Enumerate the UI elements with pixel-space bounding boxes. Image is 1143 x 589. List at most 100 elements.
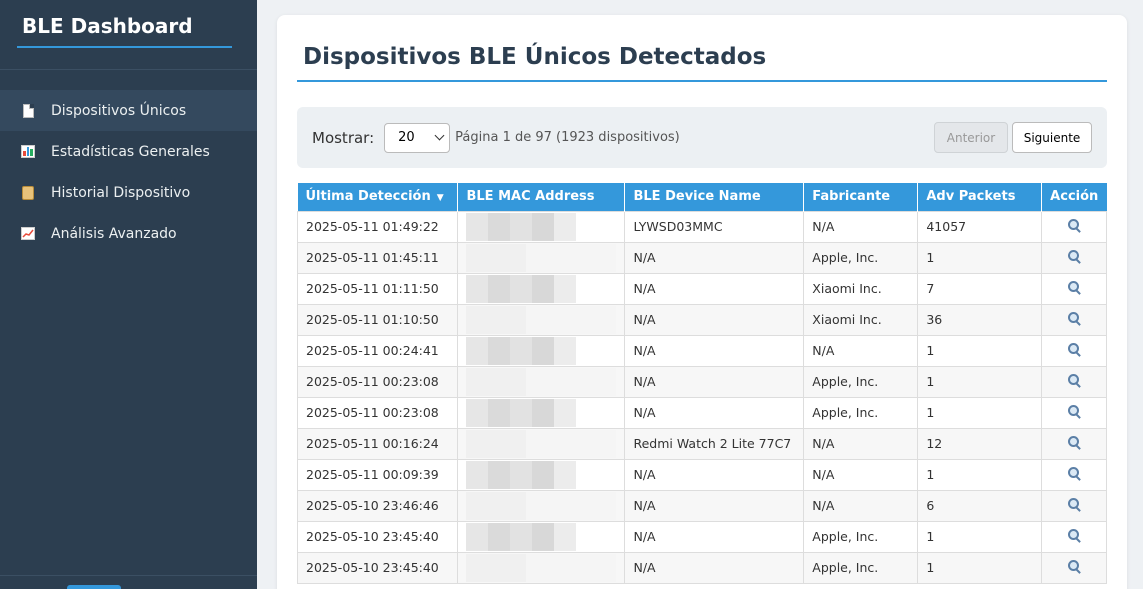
cell-last-seen: 2025-05-10 23:45:40	[296, 520, 459, 553]
cell-manufacturer: Apple, Inc.	[803, 551, 919, 584]
redacted-mac	[466, 243, 617, 272]
cell-last-seen: 2025-05-11 01:45:11	[296, 241, 459, 274]
redacted-mac	[466, 491, 617, 520]
column-header-manufacturer[interactable]: Fabricante	[803, 183, 919, 211]
cell-packets: 12	[917, 427, 1042, 460]
cell-packets: 1	[917, 365, 1042, 398]
brand: BLE Dashboard	[0, 0, 257, 70]
cell-device-name: N/A	[624, 458, 805, 491]
search-icon[interactable]	[1067, 219, 1080, 231]
sidebar-item-estadisticas[interactable]: Estadísticas Generales	[0, 131, 257, 172]
cell-action	[1040, 458, 1108, 491]
next-page-button[interactable]: Siguiente	[1012, 122, 1092, 153]
column-header-mac[interactable]: BLE MAC Address	[457, 183, 626, 211]
cell-manufacturer: N/A	[803, 489, 919, 522]
column-header-packets[interactable]: Adv Packets	[917, 183, 1042, 211]
table-row: 2025-05-11 00:09:39 N/A N/A 1	[296, 458, 1108, 491]
redacted-mac	[466, 429, 617, 458]
search-icon[interactable]	[1067, 498, 1080, 510]
column-header-name[interactable]: BLE Device Name	[624, 183, 805, 211]
cell-device-name: N/A	[624, 520, 805, 553]
redacted-mac	[466, 398, 577, 427]
cell-last-seen: 2025-05-11 01:10:50	[296, 303, 459, 336]
table-row: 2025-05-11 01:45:11 N/A Apple, Inc. 1	[296, 241, 1108, 274]
cell-action	[1040, 334, 1108, 367]
cell-device-name: N/A	[624, 303, 805, 336]
sidebar-footer-button[interactable]	[67, 585, 121, 589]
cell-manufacturer: N/A	[803, 210, 919, 243]
sort-desc-icon: ▼	[436, 193, 444, 204]
cell-device-name: N/A	[624, 551, 805, 584]
cell-last-seen: 2025-05-11 00:16:24	[296, 427, 459, 460]
cell-action	[1040, 272, 1108, 305]
search-icon[interactable]	[1067, 529, 1080, 541]
redacted-mac	[466, 553, 617, 582]
cell-action	[1040, 520, 1108, 553]
table-row: 2025-05-11 01:49:22 LYWSD03MMC N/A 41057	[296, 210, 1108, 243]
cell-mac-redacted	[457, 489, 626, 522]
cell-action	[1040, 365, 1108, 398]
cell-packets: 41057	[917, 210, 1042, 243]
cell-last-seen: 2025-05-11 00:09:39	[296, 458, 459, 491]
sidebar-item-analisis[interactable]: Análisis Avanzado	[0, 213, 257, 254]
cell-last-seen: 2025-05-11 00:23:08	[296, 396, 459, 429]
cell-manufacturer: N/A	[803, 427, 919, 460]
cell-manufacturer: Apple, Inc.	[803, 520, 919, 553]
scroll-icon	[20, 185, 36, 201]
cell-action	[1040, 210, 1108, 243]
cell-mac-redacted	[457, 458, 626, 491]
cell-device-name: Redmi Watch 2 Lite 77C7	[624, 427, 805, 460]
sidebar-item-historial[interactable]: Historial Dispositivo	[0, 172, 257, 213]
page-size-value: 20	[398, 130, 415, 145]
table-row: 2025-05-10 23:45:40 N/A Apple, Inc. 1	[296, 551, 1108, 584]
search-icon[interactable]	[1067, 405, 1080, 417]
column-header-last-seen[interactable]: Última Detección ▼	[297, 183, 459, 211]
cell-packets: 1	[917, 551, 1042, 584]
brand-title: BLE Dashboard	[17, 14, 232, 48]
previous-page-button[interactable]: Anterior	[934, 122, 1008, 153]
cell-packets: 1	[917, 520, 1042, 553]
chevron-down-icon	[434, 130, 445, 141]
cell-action	[1040, 427, 1108, 460]
sidebar: BLE Dashboard Dispositivos Únicos Estadí…	[0, 0, 257, 589]
sidebar-item-label: Historial Dispositivo	[51, 184, 191, 201]
cell-mac-redacted	[457, 303, 626, 336]
table-row: 2025-05-11 00:23:08 N/A Apple, Inc. 1	[296, 365, 1108, 398]
cell-device-name: LYWSD03MMC	[624, 210, 805, 243]
redacted-mac	[466, 367, 617, 396]
cell-device-name: N/A	[624, 241, 805, 274]
search-icon[interactable]	[1067, 312, 1080, 324]
search-icon[interactable]	[1067, 374, 1080, 386]
cell-manufacturer: N/A	[803, 458, 919, 491]
cell-last-seen: 2025-05-11 01:11:50	[296, 272, 459, 305]
cell-manufacturer: Xiaomi Inc.	[803, 272, 919, 305]
cell-manufacturer: N/A	[803, 334, 919, 367]
table-row: 2025-05-10 23:46:46 N/A N/A 6	[296, 489, 1108, 522]
pagination-controls: Mostrar: 20 Página 1 de 97 (1923 disposi…	[297, 107, 1107, 168]
main-card: Dispositivos BLE Únicos Detectados Mostr…	[277, 15, 1127, 589]
cell-action	[1040, 303, 1108, 336]
column-header-action: Acción	[1041, 183, 1107, 211]
search-icon[interactable]	[1067, 343, 1080, 355]
cell-last-seen: 2025-05-11 00:23:08	[296, 365, 459, 398]
cell-last-seen: 2025-05-10 23:45:40	[296, 551, 459, 584]
redacted-mac	[466, 336, 577, 365]
table-row: 2025-05-10 23:45:40 N/A Apple, Inc. 1	[296, 520, 1108, 553]
search-icon[interactable]	[1067, 281, 1080, 293]
search-icon[interactable]	[1067, 250, 1080, 262]
page-size-select[interactable]: 20	[384, 122, 451, 153]
search-icon[interactable]	[1067, 560, 1080, 572]
search-icon[interactable]	[1067, 436, 1080, 448]
table-row: 2025-05-11 00:24:41 N/A N/A 1	[296, 334, 1108, 367]
cell-mac-redacted	[457, 272, 626, 305]
cell-device-name: N/A	[624, 396, 805, 429]
cell-mac-redacted	[457, 210, 626, 243]
page-info: Página 1 de 97 (1923 dispositivos)	[455, 130, 680, 145]
cell-mac-redacted	[457, 520, 626, 553]
search-icon[interactable]	[1067, 467, 1080, 479]
cell-mac-redacted	[457, 241, 626, 274]
cell-manufacturer: Xiaomi Inc.	[803, 303, 919, 336]
document-icon	[20, 103, 36, 119]
cell-mac-redacted	[457, 551, 626, 584]
sidebar-item-dispositivos-unicos[interactable]: Dispositivos Únicos	[0, 90, 257, 131]
